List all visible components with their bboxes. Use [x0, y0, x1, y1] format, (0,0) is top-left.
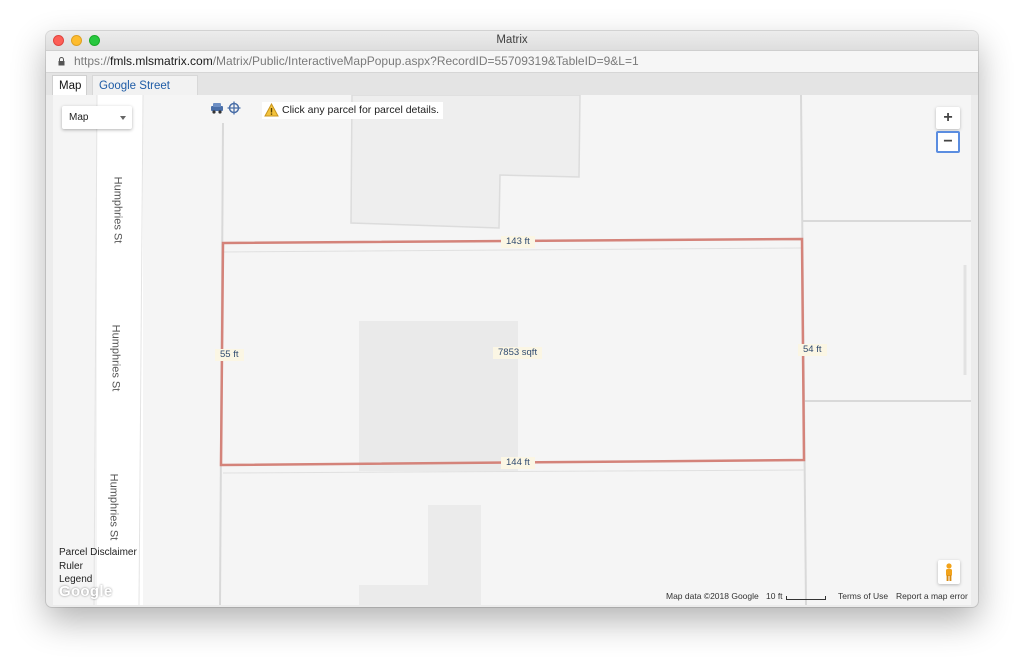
street-label: Humphries St	[107, 473, 120, 541]
pegman-icon	[946, 563, 952, 581]
map-type-select[interactable]: Map	[62, 106, 132, 129]
street-label: Humphries St	[111, 176, 124, 244]
zoom-in-button[interactable]: +	[936, 107, 960, 129]
google-logo: Google	[59, 583, 113, 600]
url-path: /Matrix/Public/InteractiveMapPopup.aspx?…	[212, 54, 639, 68]
window-title: Matrix	[496, 34, 528, 46]
pegman-button[interactable]	[938, 560, 960, 584]
report-map-error-link[interactable]: Report a map error	[896, 591, 968, 601]
scale-label: 10 ft	[766, 591, 783, 601]
chevron-down-icon	[120, 116, 126, 120]
tab-strip: Map Google Street View	[46, 73, 978, 112]
car-icon[interactable]	[210, 101, 224, 115]
lock-icon	[58, 57, 65, 66]
parcel-disclaimer-link[interactable]: Parcel Disclaimer	[59, 547, 137, 558]
tab-map[interactable]: Map	[52, 75, 87, 95]
parcel-right-dimension: 54 ft	[798, 344, 827, 356]
browser-window: Matrix https://fmls.mlsmatrix.com/Matrix…	[46, 31, 978, 607]
map-type-label: Map	[69, 112, 89, 123]
url-scheme: https://	[74, 54, 111, 68]
url-text[interactable]: https://fmls.mlsmatrix.com/Matrix/Public…	[74, 54, 639, 68]
zoom-out-button[interactable]: −	[936, 131, 960, 153]
parcel-top-dimension: 143 ft	[501, 236, 535, 248]
ruler-link[interactable]: Ruler	[59, 561, 83, 572]
parcel-notice: Click any parcel for parcel details.	[262, 102, 443, 119]
notice-text: Click any parcel for parcel details.	[282, 104, 439, 116]
parcel-area: 7853 sqft	[493, 347, 543, 359]
terms-of-use-link[interactable]: Terms of Use	[838, 591, 888, 601]
map-canvas[interactable]: Map Click any parcel for parcel details.…	[53, 95, 971, 605]
title-bar: Matrix	[46, 31, 978, 51]
parcel-left-dimension: 55 ft	[215, 349, 244, 361]
crosshair-icon[interactable]	[227, 101, 241, 115]
tab-google-street-view[interactable]: Google Street View	[92, 75, 198, 112]
map-data-attribution: Map data ©2018 Google	[666, 591, 759, 601]
scale-bar	[786, 596, 826, 600]
street-label: Humphries St	[109, 324, 122, 392]
building-footprint	[359, 321, 518, 471]
building-footprint	[359, 505, 481, 605]
url-host: fmls.mlsmatrix.com	[110, 54, 213, 68]
warning-icon	[264, 103, 279, 117]
address-bar[interactable]: https://fmls.mlsmatrix.com/Matrix/Public…	[46, 51, 978, 73]
parcel-bottom-dimension: 144 ft	[501, 457, 535, 469]
